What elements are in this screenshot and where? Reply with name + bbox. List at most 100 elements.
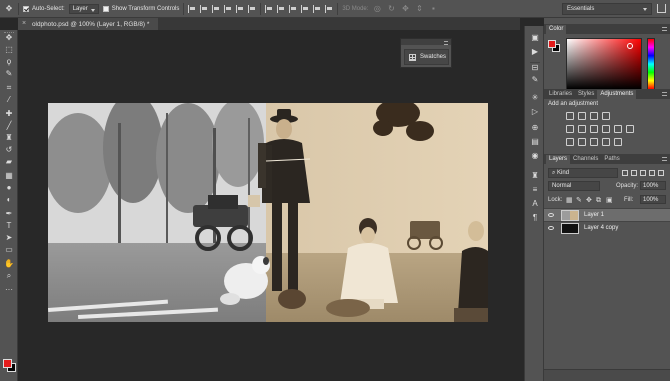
panel-menu-icon[interactable]: [662, 27, 667, 31]
lock-all-icon[interactable]: ▣: [606, 197, 613, 204]
brightness-contrast-icon[interactable]: [566, 112, 574, 120]
comments-panel-icon[interactable]: ¶: [530, 212, 540, 222]
more-tools-icon[interactable]: ···: [4, 285, 14, 295]
exposure-icon[interactable]: [602, 112, 610, 120]
document-tab[interactable]: × oldphoto.psd @ 100% (Layer 1, RGB/8) *: [18, 18, 158, 30]
3d-slide-icon[interactable]: ⇕: [414, 4, 424, 14]
move-tool-preset-icon[interactable]: ✥: [4, 4, 14, 14]
distribute-bottom-icon[interactable]: [289, 4, 297, 13]
distribute-middle-icon[interactable]: [277, 4, 285, 13]
auto-select-checkbox[interactable]: [23, 5, 29, 12]
distribute-center-icon[interactable]: [313, 4, 321, 13]
selective-color-icon[interactable]: [602, 138, 610, 146]
3d-roll-icon[interactable]: ↻: [386, 4, 396, 14]
quick-select-tool-icon[interactable]: ✎: [4, 69, 14, 79]
paragraph-panel-icon[interactable]: ▷: [530, 106, 540, 116]
align-left-icon[interactable]: [188, 4, 196, 13]
distribute-top-icon[interactable]: [265, 4, 273, 13]
brush-tool-icon[interactable]: ╱: [4, 121, 14, 131]
path-select-tool-icon[interactable]: ➤: [4, 233, 14, 243]
lock-image-icon[interactable]: ✎: [576, 197, 583, 204]
color-field[interactable]: [566, 38, 642, 90]
hue-slider[interactable]: [647, 38, 655, 90]
auto-select-option[interactable]: Auto-Select:: [23, 5, 65, 12]
eyedropper-tool-icon[interactable]: ⁄: [4, 95, 14, 105]
distribute-left-icon[interactable]: [301, 4, 309, 13]
layer-filter-kind-dropdown[interactable]: ⌕ Kind: [548, 168, 618, 178]
close-icon[interactable]: ×: [22, 20, 26, 27]
tab-channels[interactable]: Channels: [570, 155, 601, 164]
clone-source-panel-icon[interactable]: ♜: [530, 170, 540, 180]
3d-orbit-icon[interactable]: ◎: [372, 4, 382, 14]
move-tool-icon[interactable]: ✥: [4, 33, 14, 43]
layer-row[interactable]: Layer 1: [544, 208, 670, 221]
gradient-map-icon[interactable]: [614, 138, 622, 146]
glyphs-panel-icon[interactable]: ⊕: [530, 122, 540, 132]
color-picker-cursor[interactable]: [627, 43, 633, 49]
posterize-icon[interactable]: [578, 138, 586, 146]
align-bottom-icon[interactable]: [248, 4, 256, 13]
tab-adjustments[interactable]: Adjustments: [597, 90, 637, 99]
lock-artboard-icon[interactable]: ⧉: [596, 197, 603, 204]
blend-mode-dropdown[interactable]: Normal: [548, 181, 600, 191]
filter-smart-object-icon[interactable]: [658, 170, 664, 176]
photo-filter-icon[interactable]: [614, 125, 622, 133]
distribute-right-icon[interactable]: [325, 4, 333, 13]
properties-panel-icon[interactable]: ⊟: [530, 62, 540, 72]
color-balance-icon[interactable]: [590, 125, 598, 133]
character-panel-icon[interactable]: ✳: [530, 92, 540, 102]
threshold-icon[interactable]: [590, 138, 598, 146]
hand-tool-icon[interactable]: ✋: [4, 259, 14, 269]
timeline-panel-icon[interactable]: ≡: [530, 184, 540, 194]
levels-icon[interactable]: [578, 112, 586, 120]
tool-presets-panel-icon[interactable]: A: [530, 198, 540, 208]
foreground-color-swatch[interactable]: [3, 359, 12, 368]
hue-saturation-icon[interactable]: [578, 125, 586, 133]
channel-mixer-icon[interactable]: [626, 125, 634, 133]
workspace-dropdown[interactable]: Essentials: [562, 3, 652, 15]
healing-brush-tool-icon[interactable]: ✚: [4, 109, 14, 119]
zoom-tool-icon[interactable]: ⌕: [4, 271, 14, 281]
type-tool-icon[interactable]: T: [4, 221, 14, 231]
opacity-field[interactable]: 100%: [640, 181, 666, 190]
align-right-icon[interactable]: [212, 4, 220, 13]
shape-tool-icon[interactable]: ▭: [4, 245, 14, 255]
curves-icon[interactable]: [590, 112, 598, 120]
filter-adjustment-icon[interactable]: [631, 170, 637, 176]
filter-pixel-icon[interactable]: [622, 170, 628, 176]
lasso-tool-icon[interactable]: ϙ: [4, 57, 14, 67]
canvas-area[interactable]: Swatches: [19, 30, 520, 381]
crop-tool-icon[interactable]: ⌗: [4, 83, 14, 93]
transform-controls-checkbox[interactable]: [102, 5, 109, 12]
align-top-icon[interactable]: [224, 4, 232, 13]
visibility-eye-icon[interactable]: [548, 226, 554, 230]
brush-settings-panel-icon[interactable]: ✎: [530, 74, 540, 84]
visibility-eye-icon[interactable]: [548, 213, 554, 217]
marquee-tool-icon[interactable]: ⬚: [4, 45, 14, 55]
info-panel-icon[interactable]: ▤: [530, 136, 540, 146]
color-panel-foreground-swatch[interactable]: [548, 40, 556, 48]
dodge-tool-icon[interactable]: ◐: [4, 195, 14, 205]
filter-type-icon[interactable]: [640, 170, 646, 176]
3d-pan-icon[interactable]: ✥: [400, 4, 410, 14]
lock-position-icon[interactable]: ✥: [586, 197, 593, 204]
actions-panel-icon[interactable]: ▶: [530, 46, 540, 56]
tab-color[interactable]: Color: [546, 25, 567, 34]
fill-field[interactable]: 100%: [640, 195, 666, 204]
panel-menu-icon[interactable]: [662, 157, 667, 161]
auto-select-target-dropdown[interactable]: Layer: [68, 3, 99, 14]
tab-paths[interactable]: Paths: [601, 155, 622, 164]
align-center-icon[interactable]: [200, 4, 208, 13]
tab-layers[interactable]: Layers: [546, 155, 571, 164]
invert-icon[interactable]: [566, 138, 574, 146]
transform-controls-option[interactable]: Show Transform Controls: [102, 5, 179, 12]
vibrance-icon[interactable]: [566, 125, 574, 133]
gradient-tool-icon[interactable]: ▦: [4, 171, 14, 181]
lock-transparent-icon[interactable]: ▦: [566, 197, 573, 204]
filter-shape-icon[interactable]: [649, 170, 655, 176]
layer-row[interactable]: Layer 4 copy: [544, 221, 670, 234]
photo-canvas[interactable]: [48, 103, 488, 322]
blur-tool-icon[interactable]: ●: [4, 183, 14, 193]
history-panel-icon[interactable]: ▣: [530, 32, 540, 42]
swatches-button[interactable]: Swatches: [404, 49, 449, 65]
